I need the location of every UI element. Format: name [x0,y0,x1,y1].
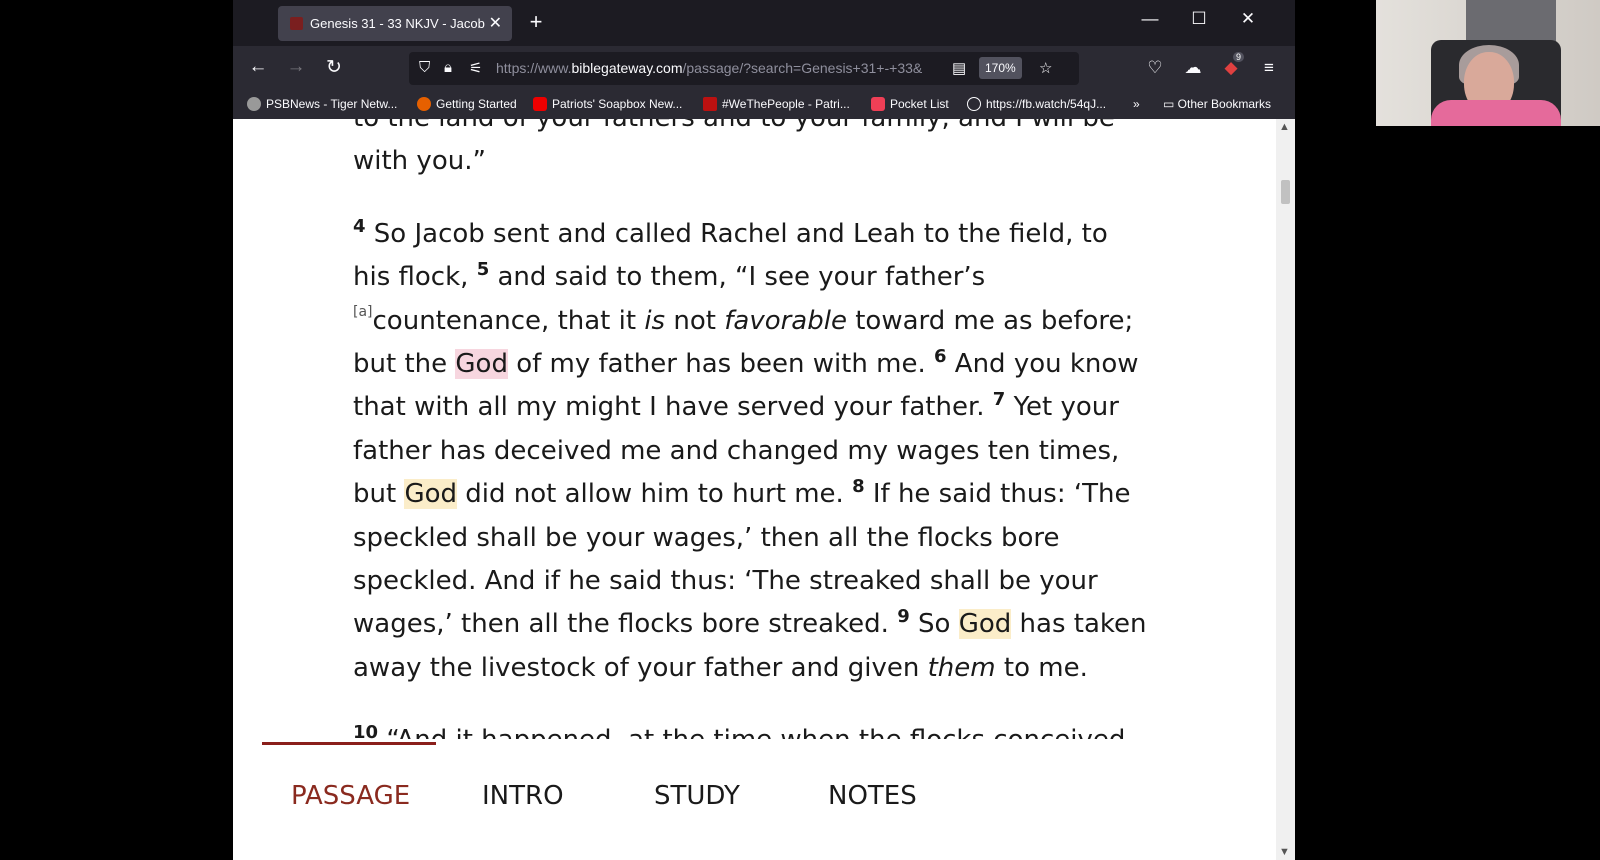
verse-number: 7 [992,389,1006,411]
presenter-shirt [1431,100,1561,126]
passage-line: to the land of your fathers and to your … [353,119,1153,140]
italic-word: is [644,305,666,336]
minimize-icon[interactable]: — [1135,9,1165,29]
active-tab-indicator [262,742,436,745]
menu-icon[interactable]: ≡ [1257,58,1281,78]
pocket-bookmark-icon [871,97,885,111]
italic-word: them [927,652,996,683]
bookmark-item[interactable]: Patriots' Soapbox New... [533,97,682,111]
url-bar[interactable]: ⛉ 🔒︎ ⚟ https://www.biblegateway.com/pass… [409,52,1079,85]
navigation-toolbar: ← → ↻ ⛉ 🔒︎ ⚟ https://www.biblegateway.co… [233,46,1295,91]
verse-number: 8 [852,476,865,498]
verse-number: 10 [353,722,379,739]
url-text[interactable]: https://www.biblegateway.com/passage/?se… [496,60,936,76]
verse-text: “And it happened, at the time when the f… [386,725,1133,739]
maximize-icon[interactable]: ☐ [1184,9,1214,29]
verse-text: not [673,305,716,336]
zoom-level[interactable]: 170% [979,57,1022,79]
tab-study[interactable]: STUDY [654,781,740,811]
bookmark-item[interactable]: PSBNews - Tiger Netw... [247,97,397,111]
shield-icon[interactable]: ⛉ [419,59,430,76]
verse-number: 5 [476,259,490,281]
globe-icon [967,97,981,111]
bookmark-star-icon[interactable]: ☆ [1039,59,1052,77]
verse-text: So [918,609,951,640]
passage-paragraph: 4 So Jacob sent and called Rachel and Le… [353,213,1153,690]
verse-text: to me. [1003,652,1088,683]
extension-badge: 9 [1233,52,1245,62]
verse-text: did not allow him to hurt me. [465,479,844,510]
tab-title: Genesis 31 - 33 NKJV - Jacob Fl [310,16,485,31]
footer-tab-bar: PASSAGE INTRO STUDY NOTES [233,739,1276,860]
tab-bar: Genesis 31 - 33 NKJV - Jacob Fl ✕ + — ☐ … [233,0,1295,46]
verse-number: 9 [897,606,910,628]
verse-number: 6 [933,346,947,368]
psbnews-icon [247,97,261,111]
bookmark-item[interactable]: #WeThePeople - Patri... [703,97,850,111]
close-tab-icon[interactable]: ✕ [489,13,502,33]
footnote-link[interactable]: [a] [353,304,373,320]
close-window-icon[interactable]: ✕ [1233,9,1263,29]
bookmarks-toolbar: PSBNews - Tiger Netw... Getting Started … [233,91,1295,119]
forward-icon[interactable]: → [283,56,309,78]
reload-icon[interactable]: ↻ [321,56,347,79]
browser-tab[interactable]: Genesis 31 - 33 NKJV - Jacob Fl ✕ [278,6,512,41]
passage-line: with you.” [353,146,486,177]
bookmarks-overflow-icon[interactable]: » [1133,97,1140,111]
firefox-icon [417,97,431,111]
bookmark-item[interactable]: ▭ Other Bookmarks [1163,97,1271,111]
scroll-up-icon[interactable]: ▲ [1279,121,1290,133]
tab-passage[interactable]: PASSAGE [291,781,410,811]
reader-view-icon[interactable]: ▤ [952,59,966,77]
biblegateway-favicon-icon [290,17,303,30]
verse-number: 4 [353,215,366,237]
browser-window: Genesis 31 - 33 NKJV - Jacob Fl ✕ + — ☐ … [233,0,1295,860]
bookmark-item[interactable]: Getting Started [417,97,517,111]
scrollbar-thumb[interactable] [1281,180,1290,204]
verse-text: countenance, that it [372,305,637,336]
webcam-overlay [1376,0,1600,126]
scroll-down-icon[interactable]: ▼ [1279,846,1290,858]
folder-icon: ▭ [1163,97,1178,111]
verse-text: and said to them, “I see your father’s [497,262,986,293]
highlighted-word[interactable]: God [455,349,508,380]
tab-notes[interactable]: NOTES [828,781,917,811]
pocket-icon[interactable]: ♡ [1143,58,1167,78]
italic-word: favorable [724,305,847,336]
passage-text: to the land of your fathers and to your … [353,119,1153,739]
verse-text: of my father has been with me. [516,349,926,380]
permissions-icon[interactable]: ⚟ [469,59,482,77]
new-tab-icon[interactable]: + [523,9,549,35]
bookmark-item[interactable]: Pocket List [871,97,949,111]
back-icon[interactable]: ← [245,56,271,78]
page-content: to the land of your fathers and to your … [233,119,1276,739]
bookmark-item[interactable]: https://fb.watch/54qJ... [967,97,1106,111]
tab-intro[interactable]: INTRO [482,781,564,811]
highlighted-word[interactable]: God [404,479,458,510]
passage-paragraph: 10 “And it happened, at the time when th… [353,719,1153,739]
psb-icon [703,97,717,111]
ublock-icon[interactable]: ◆ 9 [1219,52,1245,78]
lock-icon[interactable]: 🔒︎ [444,59,452,76]
extension-icon[interactable]: ☁ [1181,58,1205,78]
scrollbar[interactable]: ▲ ▼ [1276,119,1295,860]
youtube-icon [533,97,547,111]
highlighted-word[interactable]: God [958,609,1012,640]
